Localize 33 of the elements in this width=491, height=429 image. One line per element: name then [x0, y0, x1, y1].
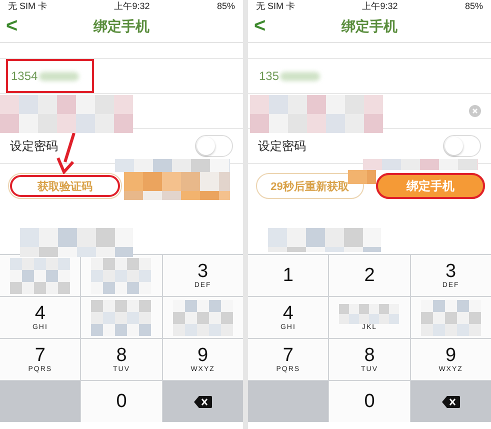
clock-text: 上午9:32 [114, 0, 150, 12]
keypad-key[interactable] [162, 297, 243, 338]
keypad-key[interactable] [81, 297, 162, 338]
backspace-icon [442, 396, 460, 408]
page-title: 绑定手机 [94, 18, 150, 36]
battery-text: 85% [216, 1, 235, 11]
backspace-icon [194, 396, 212, 408]
password-toggle[interactable] [195, 135, 233, 157]
carrier-text: 无 SIM 卡 [256, 0, 296, 12]
clock-text: 上午9:32 [362, 0, 398, 12]
battery-text: 85% [464, 1, 483, 11]
password-toggle[interactable] [443, 135, 481, 157]
password-label: 设定密码 [10, 138, 58, 154]
close-icon [472, 108, 478, 114]
keypad-key[interactable] [81, 255, 162, 296]
keypad-key[interactable]: 0 [329, 381, 410, 422]
keypad-key[interactable]: 0 [81, 381, 162, 422]
password-label: 设定密码 [258, 138, 306, 154]
keypad-key[interactable]: 2 [329, 255, 410, 296]
keypad-key[interactable] [410, 297, 491, 338]
delete-key[interactable] [410, 381, 491, 422]
page-title: 绑定手机 [342, 18, 398, 36]
keypad-key[interactable] [0, 255, 80, 296]
mosaic-drawing [91, 300, 152, 336]
clear-button[interactable] [469, 105, 481, 117]
mosaic-drawing [339, 304, 400, 324]
back-button[interactable]: < [6, 16, 18, 36]
keypad-key[interactable]: 1 [248, 255, 328, 296]
delete-key[interactable] [162, 381, 243, 422]
carrier-text: 无 SIM 卡 [8, 0, 48, 12]
back-button[interactable]: < [254, 16, 266, 36]
mosaic-drawing [172, 300, 233, 336]
mosaic-drawing [420, 300, 481, 336]
